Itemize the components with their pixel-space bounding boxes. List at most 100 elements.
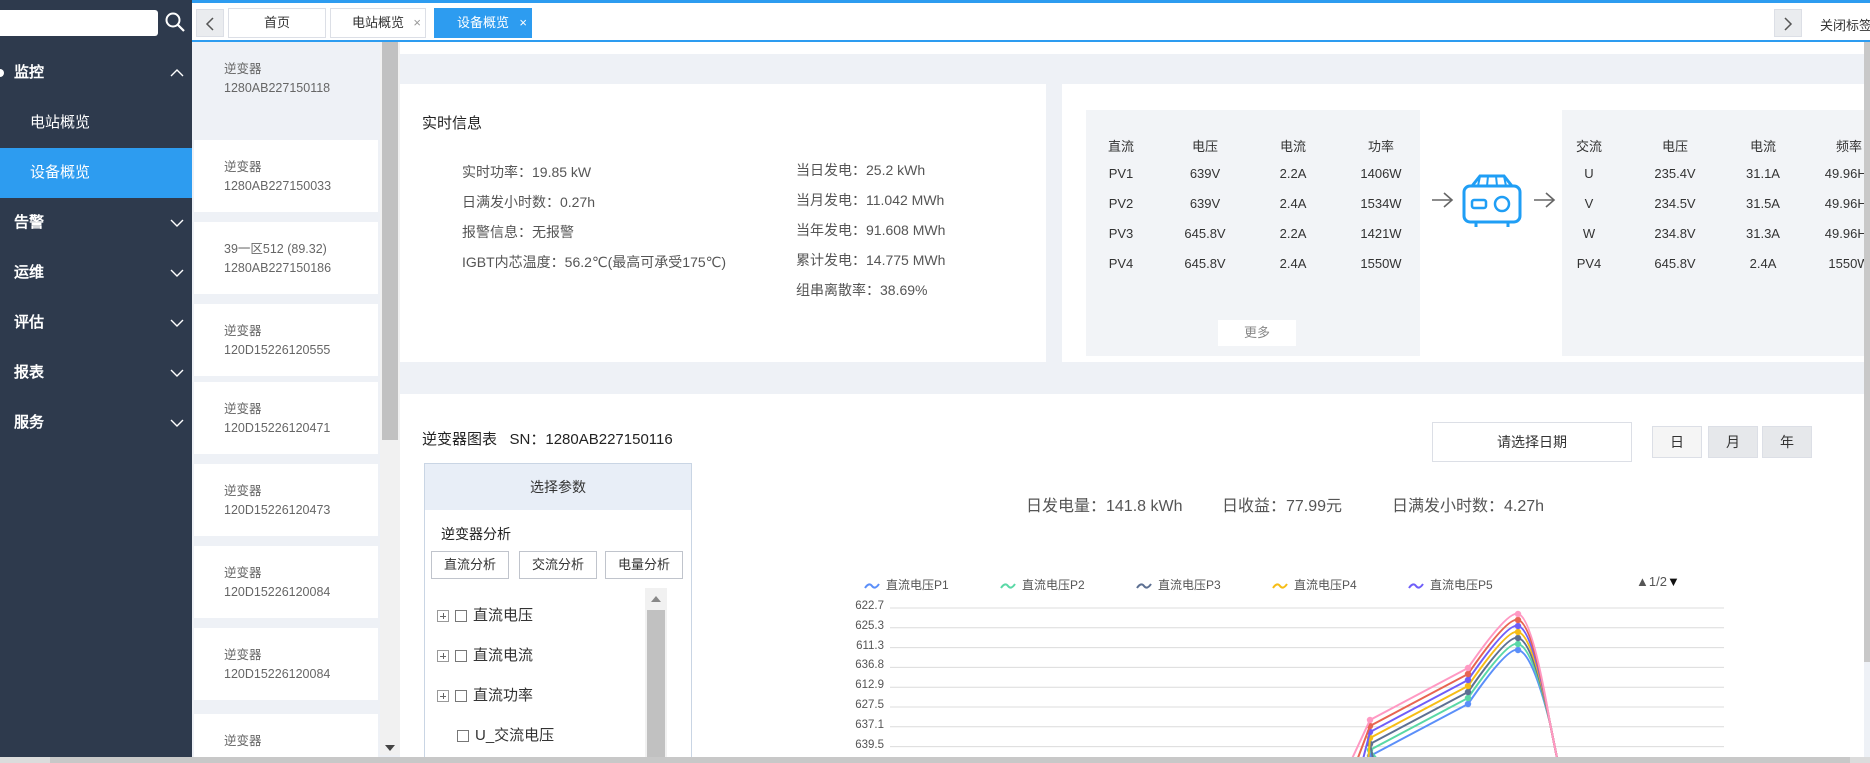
- device-sn: 120D15226120084: [224, 585, 331, 599]
- data-point[interactable]: [1464, 676, 1472, 684]
- tree-item-dc-power[interactable]: 直流功率: [437, 684, 533, 705]
- legend-prev-icon[interactable]: ▲: [1636, 574, 1649, 589]
- legend-item-p4[interactable]: 直流电压P4: [1272, 576, 1357, 593]
- scrollbar-thumb[interactable]: [50, 757, 1850, 763]
- data-point[interactable]: [1464, 700, 1472, 708]
- dc-cell: PV2: [1108, 196, 1134, 211]
- menu-item-alarm[interactable]: 告警: [0, 198, 192, 248]
- chevron-down-icon: [170, 269, 184, 277]
- daily-full-hours: 日满发小时数：0.27h: [462, 194, 596, 210]
- scroll-down-icon[interactable]: [385, 745, 395, 751]
- data-point[interactable]: [1464, 670, 1472, 678]
- data-point[interactable]: [1464, 688, 1472, 696]
- data-point[interactable]: [1366, 716, 1374, 724]
- list-item[interactable]: 逆变器 120D15226120473: [194, 464, 378, 536]
- chevron-down-icon: [170, 369, 184, 377]
- expand-icon[interactable]: [437, 690, 449, 703]
- data-point[interactable]: [1464, 694, 1472, 702]
- menu-item-label: 监控: [14, 64, 45, 81]
- scrollbar-thumb[interactable]: [382, 42, 398, 440]
- energy-analysis-button[interactable]: 电量分析: [605, 551, 683, 579]
- scrollbar-thumb[interactable]: [647, 610, 665, 763]
- list-item[interactable]: 逆变器 1280AB227150033: [194, 140, 378, 212]
- tab-station-overview[interactable]: 电站概览 ×: [330, 8, 426, 38]
- device-list-scrollbar[interactable]: [380, 42, 400, 755]
- tree-item-u-ac-voltage[interactable]: U_交流电压: [457, 724, 554, 745]
- sidebar-item-station-overview[interactable]: 电站概览: [0, 98, 192, 148]
- scroll-up-icon[interactable]: [651, 596, 661, 602]
- list-item[interactable]: 逆变器: [194, 714, 378, 763]
- legend-item-p3[interactable]: 直流电压P3: [1136, 576, 1221, 593]
- close-tabs-button[interactable]: 关闭标签: [1820, 15, 1870, 34]
- legend-label: 直流电压P5: [1430, 578, 1493, 592]
- device-type: 逆变器: [224, 324, 262, 338]
- list-item[interactable]: 39一区512 (89.32) 1280AB227150186: [194, 222, 378, 294]
- list-item[interactable]: 逆变器 120D15226120084: [194, 628, 378, 700]
- checkbox[interactable]: [455, 610, 467, 623]
- menu-item-service[interactable]: 服务: [0, 398, 192, 448]
- ac-table: 交流 电压 电流 频率 U 235.4V 31.1A 49.96Hz V 234…: [1562, 110, 1864, 356]
- y-tick-label: 627.5: [855, 699, 884, 711]
- tab-scroll-left-button[interactable]: [196, 9, 224, 37]
- page-scrollbar[interactable]: [1864, 42, 1870, 662]
- data-point[interactable]: [1464, 664, 1472, 672]
- tab-device-overview[interactable]: 设备概览 ×: [434, 8, 532, 38]
- tab-home[interactable]: 首页: [228, 8, 326, 38]
- param-tree-scrollbar[interactable]: [645, 588, 667, 763]
- dc-cell: 2.2A: [1279, 226, 1307, 241]
- data-point[interactable]: [1514, 610, 1522, 618]
- tree-label: 直流电压: [473, 607, 534, 624]
- list-item[interactable]: 逆变器 120D15226120555: [194, 304, 378, 376]
- menu-item-operation[interactable]: 运维: [0, 248, 192, 298]
- data-point[interactable]: [1464, 682, 1472, 690]
- tree-label: U_交流电压: [475, 727, 555, 744]
- checkbox[interactable]: [457, 730, 469, 743]
- tree-item-dc-voltage[interactable]: 直流电压: [437, 604, 533, 625]
- expand-icon[interactable]: [437, 610, 449, 623]
- close-icon[interactable]: ×: [519, 9, 527, 37]
- legend-line-icon: [1000, 583, 1016, 589]
- more-button[interactable]: 更多: [1218, 320, 1296, 346]
- menu-item-monitor[interactable]: 监控: [0, 48, 192, 98]
- data-point[interactable]: [1514, 616, 1522, 624]
- search-input[interactable]: [0, 10, 158, 36]
- checkbox[interactable]: [455, 650, 467, 663]
- device-sn: 120D15226120555: [224, 343, 331, 357]
- sidebar-item-device-overview[interactable]: 设备概览: [0, 148, 192, 198]
- list-item[interactable]: 逆变器 120D15226120471: [194, 382, 378, 454]
- horizontal-scrollbar[interactable]: [0, 757, 1870, 763]
- legend-next-icon[interactable]: ▼: [1667, 574, 1680, 589]
- period-day-button[interactable]: 日: [1652, 426, 1702, 458]
- ac-cell: 235.4V: [1654, 166, 1696, 181]
- data-point[interactable]: [1514, 622, 1522, 630]
- tab-scroll-right-button[interactable]: [1774, 9, 1802, 37]
- sidebar-search: [0, 8, 192, 38]
- expand-icon[interactable]: [437, 650, 449, 663]
- period-month-button[interactable]: 月: [1708, 426, 1758, 458]
- checkbox[interactable]: [455, 690, 467, 703]
- legend-item-p1[interactable]: 直流电压P1: [864, 576, 949, 593]
- menu-item-report[interactable]: 报表: [0, 348, 192, 398]
- ac-analysis-button[interactable]: 交流分析: [519, 551, 597, 579]
- data-point[interactable]: [1514, 628, 1522, 636]
- ac-cell: W: [1582, 226, 1596, 241]
- device-sn: 1280AB227150033: [224, 179, 332, 193]
- series-line: [1367, 648, 1559, 763]
- list-item[interactable]: 逆变器 1280AB227150118: [194, 42, 378, 114]
- menu-item-evaluation[interactable]: 评估: [0, 298, 192, 348]
- dc-analysis-button[interactable]: 直流分析: [431, 551, 509, 579]
- search-icon[interactable]: [164, 11, 186, 33]
- legend-item-p2[interactable]: 直流电压P2: [1000, 576, 1085, 593]
- legend-item-p5[interactable]: 直流电压P5: [1408, 576, 1493, 593]
- tree-item-dc-current[interactable]: 直流电流: [437, 644, 533, 665]
- data-point[interactable]: [1514, 640, 1522, 648]
- data-point[interactable]: [1514, 634, 1522, 642]
- list-item[interactable]: 逆变器 120D15226120084: [194, 546, 378, 618]
- period-year-button[interactable]: 年: [1762, 426, 1812, 458]
- dc-header: 电压: [1191, 139, 1218, 154]
- legend-pager[interactable]: ▲1/2▼: [1636, 574, 1680, 589]
- date-picker[interactable]: 请选择日期: [1432, 422, 1632, 462]
- close-icon[interactable]: ×: [413, 9, 421, 37]
- ac-cell: 49.96Hz: [1824, 166, 1864, 181]
- data-point[interactable]: [1514, 646, 1522, 654]
